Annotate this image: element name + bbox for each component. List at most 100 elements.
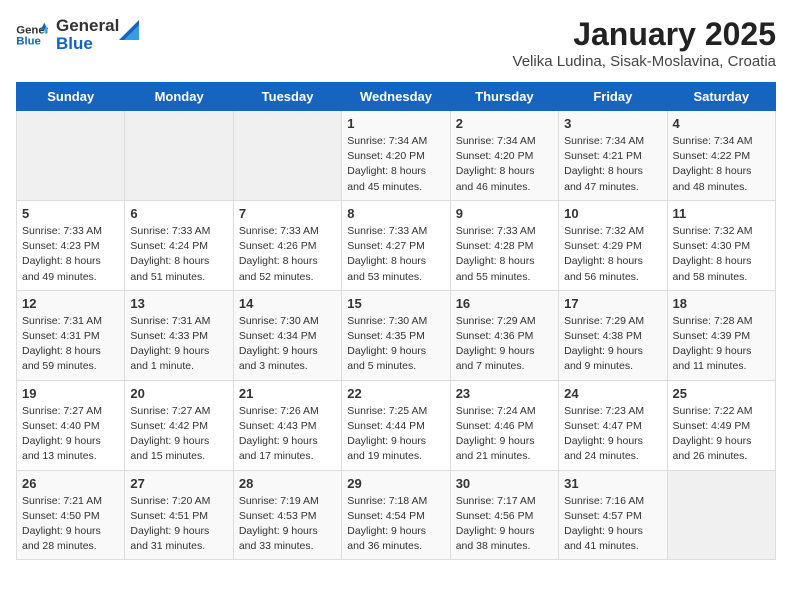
calendar-cell: 18 Sunrise: 7:28 AM Sunset: 4:39 PM Dayli… [667,290,775,380]
calendar-cell: 29 Sunrise: 7:18 AM Sunset: 4:54 PM Dayli… [342,470,450,560]
calendar-cell: 17 Sunrise: 7:29 AM Sunset: 4:38 PM Dayli… [559,290,667,380]
day-info: Sunrise: 7:22 AM Sunset: 4:49 PM Dayligh… [673,404,770,465]
calendar-cell: 3Sunrise: 7:34 AM Sunset: 4:21 PM Daylig… [559,111,667,201]
day-number: 27 [130,476,227,491]
calendar-cell: 25 Sunrise: 7:22 AM Sunset: 4:49 PM Dayli… [667,380,775,470]
logo-triangle-icon [119,20,139,40]
day-header-thursday: Thursday [450,83,558,111]
logo: General Blue General Blue [16,16,139,55]
page-header: General Blue General Blue January 2025 V… [16,16,776,70]
day-info: Sunrise: 7:32 AM Sunset: 4:30 PM Dayligh… [673,224,770,285]
calendar-week-row: 5 Sunrise: 7:33 AM Sunset: 4:23 PM Daylig… [17,200,776,290]
day-info: Sunrise: 7:27 AM Sunset: 4:42 PM Dayligh… [130,404,227,465]
calendar-cell: 30Sunrise: 7:17 AM Sunset: 4:56 PM Dayli… [450,470,558,560]
calendar-cell: 8 Sunrise: 7:33 AM Sunset: 4:27 PM Daylig… [342,200,450,290]
day-info: Sunrise: 7:18 AM Sunset: 4:54 PM Dayligh… [347,494,444,555]
calendar-week-row: 1 Sunrise: 7:34 AM Sunset: 4:20 PM Daylig… [17,111,776,201]
day-info: Sunrise: 7:30 AM Sunset: 4:35 PM Dayligh… [347,314,444,375]
day-info: Sunrise: 7:33 AM Sunset: 4:23 PM Dayligh… [22,224,119,285]
calendar-cell: 27Sunrise: 7:20 AM Sunset: 4:51 PM Dayli… [125,470,233,560]
day-number: 17 [564,296,661,311]
calendar-cell: 7Sunrise: 7:33 AM Sunset: 4:26 PM Daylig… [233,200,341,290]
calendar-cell: 10 Sunrise: 7:32 AM Sunset: 4:29 PM Dayli… [559,200,667,290]
day-number: 5 [22,206,119,221]
day-info: Sunrise: 7:28 AM Sunset: 4:39 PM Dayligh… [673,314,770,375]
day-info: Sunrise: 7:25 AM Sunset: 4:44 PM Dayligh… [347,404,444,465]
calendar-cell: 9Sunrise: 7:33 AM Sunset: 4:28 PM Daylig… [450,200,558,290]
calendar-cell [233,111,341,201]
day-info: Sunrise: 7:31 AM Sunset: 4:33 PM Dayligh… [130,314,227,375]
day-number: 14 [239,296,336,311]
day-info: Sunrise: 7:27 AM Sunset: 4:40 PM Dayligh… [22,404,119,465]
calendar-cell: 4Sunrise: 7:34 AM Sunset: 4:22 PM Daylig… [667,111,775,201]
day-info: Sunrise: 7:21 AM Sunset: 4:50 PM Dayligh… [22,494,119,555]
day-info: Sunrise: 7:24 AM Sunset: 4:46 PM Dayligh… [456,404,553,465]
day-info: Sunrise: 7:32 AM Sunset: 4:29 PM Dayligh… [564,224,661,285]
calendar-week-row: 26 Sunrise: 7:21 AM Sunset: 4:50 PM Dayli… [17,470,776,560]
calendar-cell: 19 Sunrise: 7:27 AM Sunset: 4:40 PM Dayli… [17,380,125,470]
calendar-cell: 31 Sunrise: 7:16 AM Sunset: 4:57 PM Dayli… [559,470,667,560]
day-header-saturday: Saturday [667,83,775,111]
svg-text:Blue: Blue [16,36,41,48]
title-block: January 2025 Velika Ludina, Sisak-Moslav… [513,16,776,70]
calendar-cell [125,111,233,201]
calendar-table: SundayMondayTuesdayWednesdayThursdayFrid… [16,82,776,560]
calendar-cell: 23 Sunrise: 7:24 AM Sunset: 4:46 PM Dayli… [450,380,558,470]
day-info: Sunrise: 7:19 AM Sunset: 4:53 PM Dayligh… [239,494,336,555]
month-title: January 2025 [513,16,776,53]
day-number: 30 [456,476,553,491]
day-number: 26 [22,476,119,491]
day-header-monday: Monday [125,83,233,111]
day-number: 8 [347,206,444,221]
calendar-cell: 2 Sunrise: 7:34 AM Sunset: 4:20 PM Daylig… [450,111,558,201]
day-header-friday: Friday [559,83,667,111]
calendar-cell: 26 Sunrise: 7:21 AM Sunset: 4:50 PM Dayli… [17,470,125,560]
day-header-tuesday: Tuesday [233,83,341,111]
day-info: Sunrise: 7:34 AM Sunset: 4:22 PM Dayligh… [673,134,770,195]
calendar-cell: 5 Sunrise: 7:33 AM Sunset: 4:23 PM Daylig… [17,200,125,290]
calendar-cell: 11 Sunrise: 7:32 AM Sunset: 4:30 PM Dayli… [667,200,775,290]
day-number: 19 [22,386,119,401]
calendar-cell: 16Sunrise: 7:29 AM Sunset: 4:36 PM Dayli… [450,290,558,380]
day-number: 2 [456,116,553,131]
day-info: Sunrise: 7:34 AM Sunset: 4:20 PM Dayligh… [456,134,553,195]
calendar-cell: 21 Sunrise: 7:26 AM Sunset: 4:43 PM Dayli… [233,380,341,470]
day-number: 18 [673,296,770,311]
day-info: Sunrise: 7:29 AM Sunset: 4:38 PM Dayligh… [564,314,661,375]
day-info: Sunrise: 7:26 AM Sunset: 4:43 PM Dayligh… [239,404,336,465]
calendar-cell: 6Sunrise: 7:33 AM Sunset: 4:24 PM Daylig… [125,200,233,290]
calendar-cell: 1 Sunrise: 7:34 AM Sunset: 4:20 PM Daylig… [342,111,450,201]
day-number: 12 [22,296,119,311]
day-number: 21 [239,386,336,401]
day-info: Sunrise: 7:33 AM Sunset: 4:28 PM Dayligh… [456,224,553,285]
day-info: Sunrise: 7:33 AM Sunset: 4:26 PM Dayligh… [239,224,336,285]
day-info: Sunrise: 7:34 AM Sunset: 4:20 PM Dayligh… [347,134,444,195]
day-number: 1 [347,116,444,131]
day-number: 20 [130,386,227,401]
day-number: 25 [673,386,770,401]
day-info: Sunrise: 7:33 AM Sunset: 4:27 PM Dayligh… [347,224,444,285]
logo-icon: General Blue [16,21,48,49]
day-info: Sunrise: 7:33 AM Sunset: 4:24 PM Dayligh… [130,224,227,285]
calendar-week-row: 19 Sunrise: 7:27 AM Sunset: 4:40 PM Dayli… [17,380,776,470]
day-header-wednesday: Wednesday [342,83,450,111]
day-number: 15 [347,296,444,311]
day-number: 11 [673,206,770,221]
day-header-sunday: Sunday [17,83,125,111]
calendar-cell: 28 Sunrise: 7:19 AM Sunset: 4:53 PM Dayli… [233,470,341,560]
logo-blue-text: Blue [56,34,119,54]
day-number: 29 [347,476,444,491]
day-number: 13 [130,296,227,311]
calendar-cell: 22 Sunrise: 7:25 AM Sunset: 4:44 PM Dayli… [342,380,450,470]
day-number: 22 [347,386,444,401]
day-info: Sunrise: 7:16 AM Sunset: 4:57 PM Dayligh… [564,494,661,555]
calendar-week-row: 12Sunrise: 7:31 AM Sunset: 4:31 PM Dayli… [17,290,776,380]
day-number: 10 [564,206,661,221]
calendar-cell: 15 Sunrise: 7:30 AM Sunset: 4:35 PM Dayli… [342,290,450,380]
day-number: 23 [456,386,553,401]
calendar-cell: 14Sunrise: 7:30 AM Sunset: 4:34 PM Dayli… [233,290,341,380]
logo-general-text: General [56,16,119,36]
day-number: 31 [564,476,661,491]
day-number: 28 [239,476,336,491]
day-number: 3 [564,116,661,131]
